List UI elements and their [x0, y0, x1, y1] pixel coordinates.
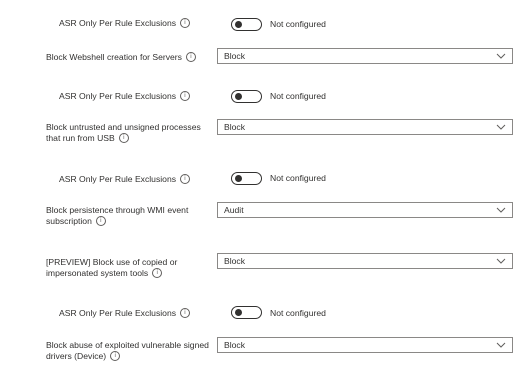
asr-exclusions-toggle[interactable] — [231, 90, 262, 103]
chevron-down-icon — [496, 124, 506, 130]
info-icon[interactable]: i — [180, 90, 191, 101]
toggle-status: Not configured — [270, 19, 326, 29]
chevron-down-icon — [496, 258, 506, 264]
webshell-servers-dropdown[interactable]: Block — [217, 48, 513, 64]
vulnerable-drivers-dropdown[interactable]: Block — [217, 337, 513, 353]
wmi-persistence-label: Block persistence through WMI event subs… — [46, 205, 189, 226]
wmi-persistence-dropdown[interactable]: Audit — [217, 202, 513, 218]
vulnerable-drivers-label: Block abuse of exploited vulnerable sign… — [46, 340, 209, 361]
info-icon[interactable]: i — [185, 51, 196, 62]
dropdown-value: Block — [224, 340, 246, 350]
toggle-knob — [235, 93, 242, 100]
toggle-status: Not configured — [270, 91, 326, 101]
info-icon[interactable]: i — [180, 173, 191, 184]
asr-exclusions-toggle[interactable] — [231, 18, 262, 31]
dropdown-value: Block — [224, 51, 246, 61]
info-icon[interactable]: i — [180, 17, 191, 28]
info-icon[interactable]: i — [180, 307, 191, 318]
toggle-status: Not configured — [270, 308, 326, 318]
toggle-knob — [235, 175, 242, 182]
toggle-knob — [235, 309, 242, 316]
info-icon[interactable]: i — [110, 350, 121, 361]
toggle-knob — [235, 21, 242, 28]
usb-processes-label: Block untrusted and unsigned processes t… — [46, 122, 201, 143]
asr-exclusions-toggle[interactable] — [231, 172, 262, 185]
asr-exclusions-label: ASR Only Per Rule Exclusions i — [59, 17, 191, 29]
dropdown-value: Block — [224, 256, 246, 266]
dropdown-value: Block — [224, 122, 246, 132]
asr-exclusions-label: ASR Only Per Rule Exclusions i — [59, 173, 191, 185]
dropdown-value: Audit — [224, 205, 244, 215]
asr-exclusions-toggle[interactable] — [231, 306, 262, 319]
chevron-down-icon — [496, 342, 506, 348]
info-icon[interactable]: i — [95, 215, 106, 226]
asr-exclusions-label: ASR Only Per Rule Exclusions i — [59, 90, 191, 102]
info-icon[interactable]: i — [118, 132, 129, 143]
info-icon[interactable]: i — [152, 267, 163, 278]
copied-system-tools-label: [PREVIEW] Block use of copied or imperso… — [46, 257, 178, 278]
toggle-status: Not configured — [270, 173, 326, 183]
chevron-down-icon — [496, 53, 506, 59]
webshell-servers-label: Block Webshell creation for Servers i — [46, 51, 196, 63]
asr-exclusions-label: ASR Only Per Rule Exclusions i — [59, 307, 191, 319]
chevron-down-icon — [496, 207, 506, 213]
usb-processes-dropdown[interactable]: Block — [217, 119, 513, 135]
copied-system-tools-dropdown[interactable]: Block — [217, 253, 513, 269]
